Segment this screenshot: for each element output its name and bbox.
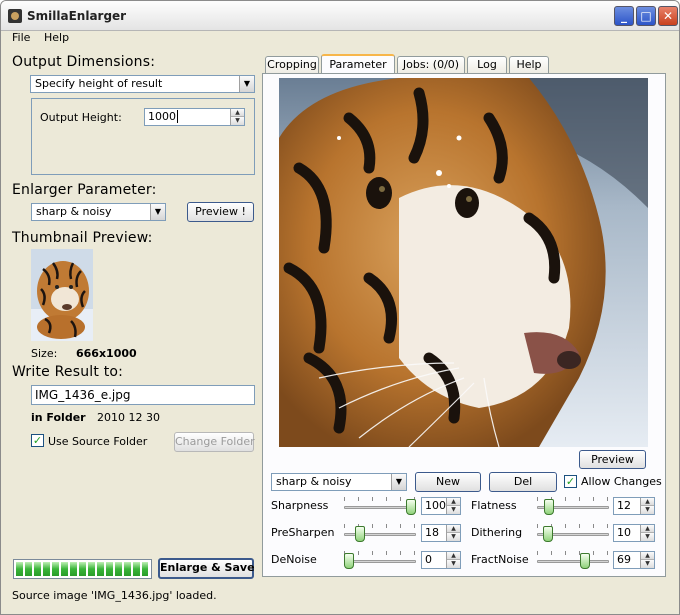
flatness-slider[interactable] xyxy=(537,495,609,517)
use-source-folder-checkbox[interactable]: ✓ xyxy=(31,434,44,447)
folder-value: 2010 12 30 xyxy=(97,411,160,424)
flatness-value: 12 xyxy=(617,499,631,512)
app-icon xyxy=(8,9,22,23)
chevron-down-icon: ▼ xyxy=(239,76,254,92)
flatness-slider-handle[interactable] xyxy=(544,499,554,515)
write-result-heading: Write Result to: xyxy=(12,364,124,380)
preview-image[interactable] xyxy=(279,78,648,447)
menu-help[interactable]: Help xyxy=(44,31,69,44)
flatness-stepper[interactable]: ▲ ▼ xyxy=(640,498,654,514)
sharpness-slider[interactable] xyxy=(344,495,416,517)
fractnoise-slider-handle[interactable] xyxy=(580,553,590,569)
panel-preview-button[interactable]: Preview xyxy=(579,450,646,469)
status-bar: Source image 'IMG_1436.jpg' loaded. xyxy=(1,584,679,614)
sharpness-slider-handle[interactable] xyxy=(406,499,416,515)
allow-changes-label: Allow Changes xyxy=(581,475,662,488)
dithering-stepper[interactable]: ▲ ▼ xyxy=(640,525,654,541)
folder-label: in Folder xyxy=(31,411,86,424)
size-value: 666x1000 xyxy=(76,347,137,360)
denoise-slider-handle[interactable] xyxy=(344,553,354,569)
output-height-label: Output Height: xyxy=(40,111,122,124)
tiger-thumbnail-svg xyxy=(31,249,93,341)
presharpen-slider[interactable] xyxy=(344,522,416,544)
tab-jobs[interactable]: Jobs: (0/0) xyxy=(397,56,465,73)
maximize-button[interactable]: □ xyxy=(636,6,656,26)
size-label: Size: xyxy=(31,347,58,360)
output-dimensions-heading: Output Dimensions: xyxy=(12,54,156,70)
tab-help[interactable]: Help xyxy=(509,56,549,73)
denoise-stepper[interactable]: ▲ ▼ xyxy=(446,552,460,568)
title-bar[interactable]: SmillaEnlarger _ □ ✕ xyxy=(1,1,679,31)
output-filename-field[interactable]: IMG_1436_e.jpg xyxy=(31,385,255,405)
presharpen-slider-handle[interactable] xyxy=(355,526,365,542)
tab-log[interactable]: Log xyxy=(467,56,507,73)
change-folder-button[interactable]: Change Folder xyxy=(174,432,255,452)
panel-preset-value: sharp & noisy xyxy=(276,475,352,488)
denoise-label: DeNoise xyxy=(271,553,317,566)
dithering-label: Dithering xyxy=(471,526,523,539)
sharpness-stepper[interactable]: ▲ ▼ xyxy=(446,498,460,514)
delete-preset-button[interactable]: Del xyxy=(489,472,557,492)
use-source-folder-label: Use Source Folder xyxy=(48,435,148,448)
sharpness-label: Sharpness xyxy=(271,499,329,512)
denoise-spinbox[interactable]: 0 ▲ ▼ xyxy=(421,551,461,569)
app-window: SmillaEnlarger _ □ ✕ File Help Output Di… xyxy=(0,0,680,615)
dithering-spinbox[interactable]: 10 ▲ ▼ xyxy=(613,524,655,542)
tab-parameter[interactable]: Parameter xyxy=(321,54,395,74)
dithering-slider[interactable] xyxy=(537,522,609,544)
fractnoise-spinbox[interactable]: 69 ▲ ▼ xyxy=(613,551,655,569)
close-button[interactable]: ✕ xyxy=(658,6,678,26)
enlarge-save-button[interactable]: Enlarge & Save xyxy=(158,558,255,579)
fractnoise-stepper[interactable]: ▲ ▼ xyxy=(640,552,654,568)
new-preset-button[interactable]: New xyxy=(415,472,481,492)
panel-preset-select[interactable]: sharp & noisy ▼ xyxy=(271,473,407,491)
tiger-preview-svg xyxy=(279,78,648,447)
presharpen-spinbox[interactable]: 18 ▲ ▼ xyxy=(421,524,461,542)
presharpen-value: 18 xyxy=(425,526,439,539)
menu-file[interactable]: File xyxy=(12,31,30,44)
output-mode-select[interactable]: Specify height of result ▼ xyxy=(30,75,255,93)
thumbnail-image xyxy=(31,249,93,341)
progress-bar xyxy=(13,559,152,579)
dithering-slider-handle[interactable] xyxy=(543,526,553,542)
status-text: Source image 'IMG_1436.jpg' loaded. xyxy=(12,589,217,602)
enlarger-parameter-heading: Enlarger Parameter: xyxy=(12,182,157,198)
allow-changes-checkbox[interactable]: ✓ xyxy=(564,475,577,488)
output-height-spinbox[interactable]: 1000 ▲ ▼ xyxy=(144,108,245,126)
sharpness-spinbox[interactable]: 100 ▲ ▼ xyxy=(421,497,461,515)
preview-button[interactable]: Preview ! xyxy=(187,202,254,222)
tab-cropping[interactable]: Cropping xyxy=(265,56,319,73)
flatness-label: Flatness xyxy=(471,499,517,512)
window-title: SmillaEnlarger xyxy=(27,9,127,23)
enlarger-preset-select[interactable]: sharp & noisy ▼ xyxy=(31,203,166,221)
fractnoise-label: FractNoise xyxy=(471,553,529,566)
flatness-spinbox[interactable]: 12 ▲ ▼ xyxy=(613,497,655,515)
fractnoise-value: 69 xyxy=(617,553,631,566)
menu-bar: File Help xyxy=(1,31,679,47)
output-mode-value: Specify height of result xyxy=(35,77,163,90)
fractnoise-slider[interactable] xyxy=(537,549,609,571)
output-height-value: 1000 xyxy=(148,110,176,123)
chevron-down-icon: ▼ xyxy=(150,204,165,220)
dithering-value: 10 xyxy=(617,526,631,539)
sharpness-value: 100 xyxy=(425,499,446,512)
presharpen-stepper[interactable]: ▲ ▼ xyxy=(446,525,460,541)
output-height-stepper[interactable]: ▲ ▼ xyxy=(230,109,244,125)
presharpen-label: PreSharpen xyxy=(271,526,335,539)
denoise-slider[interactable] xyxy=(344,549,416,571)
enlarger-preset-value: sharp & noisy xyxy=(36,205,112,218)
denoise-value: 0 xyxy=(425,553,432,566)
thumbnail-preview-heading: Thumbnail Preview: xyxy=(12,230,153,246)
chevron-down-icon: ▼ xyxy=(391,474,406,490)
minimize-button[interactable]: _ xyxy=(614,6,634,26)
